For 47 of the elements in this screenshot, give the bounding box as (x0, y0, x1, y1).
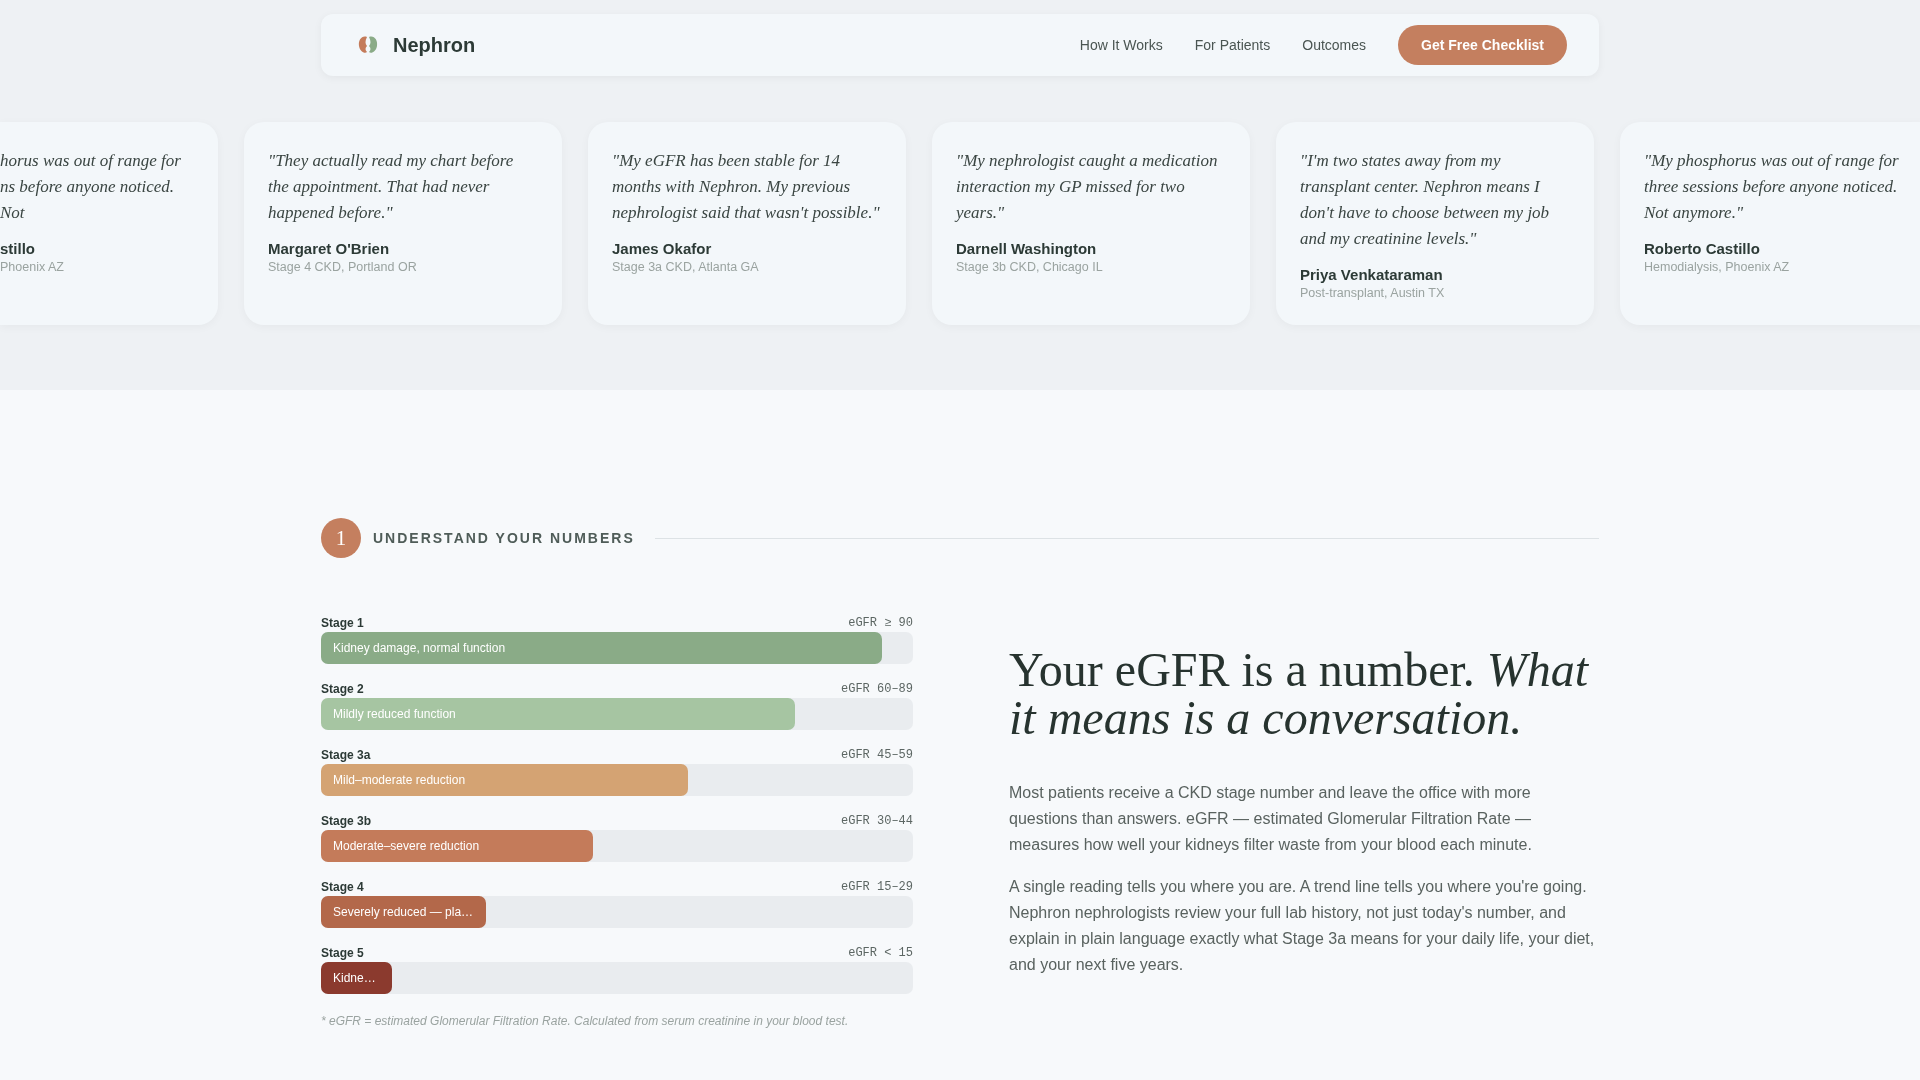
nav-link[interactable]: Outcomes (1302, 37, 1367, 53)
author-detail: Hemodialysis, Phoenix AZ (1644, 260, 1791, 274)
stage-bar-fill: Mildly reduced function (321, 698, 795, 730)
body-paragraph: A single reading tells you where you are. A trend line tells you where you're going. Nephron nephrologists review your full lab history, not just today's number, and explain in plain language exactly what Stage 3a means for your daily life, your diet, and your next five years. (1009, 877, 1596, 975)
stage-name: Stage 2 (321, 682, 364, 696)
footnote: * eGFR = estimated Glomerular Filtration Rate. Calculated from serum creatinine in your blood test. (321, 1014, 850, 1028)
stage-bar-fill: Severely reduced — pla… (321, 896, 487, 928)
author-detail: Phoenix AZ (0, 260, 65, 274)
egfr-range: eGFR 60–89 (841, 682, 913, 696)
testimonial-quote: horus was out of range for ns before anyone noticed. Not (0, 150, 182, 224)
stage-bar-fill: Kidney damage, normal function (321, 632, 883, 664)
stage-bar-fill: Moderate–severe reduction (321, 830, 593, 862)
section-title: UNDERSTAND YOUR NUMBERS (373, 530, 635, 546)
kidney-logo-icon (357, 34, 379, 56)
author-name: Darnell Washington (956, 240, 1098, 257)
stage-bar-fill: Mild–moderate reduction (321, 764, 689, 796)
egfr-range: eGFR 30–44 (841, 814, 913, 828)
stage-bar-fill: Kidne… (321, 962, 393, 994)
author-name: stillo (0, 240, 36, 257)
egfr-range: eGFR 45–59 (841, 748, 913, 762)
stage-name: Stage 3a (321, 748, 371, 762)
author-detail: Stage 3b CKD, Chicago IL (956, 260, 1104, 274)
egfr-range: eGFR ≥ 90 (848, 616, 913, 630)
testimonial-quote: "I'm two states away from my transplant center. Nephron means I don't have to choose between my job and my creatinine levels." (1300, 150, 1551, 250)
testimonial-quote: "They actually read my chart before the appointment. That had never happened before." (268, 150, 515, 224)
brand-name: Nephron (393, 33, 476, 57)
author-name: Margaret O'Brien (268, 240, 391, 257)
stage-name: Stage 3b (321, 814, 371, 828)
testimonial-quote: "My eGFR has been stable for 14 months with Nephron. My previous nephrologist said that wasn't possible." (612, 150, 881, 224)
egfr-range: eGFR < 15 (848, 946, 913, 960)
body-paragraph: Most patients receive a CKD stage number and leave the office with more questions than answers. eGFR — estimated Glomerular Filtration Rate — measures how well your kidneys filter waste from your blood each minute. (1009, 783, 1533, 855)
author-detail: Stage 3a CKD, Atlanta GA (612, 260, 760, 274)
author-name: Priya Venkataraman (1300, 266, 1444, 283)
headline: Your eGFR is a number. What it means is a conversation. (1009, 646, 1590, 742)
testimonial-quote: "My phosphorus was out of range for three sessions before anyone noticed. Not anymore." (1644, 150, 1900, 224)
nav-link[interactable]: For Patients (1194, 37, 1271, 53)
stage-name: Stage 4 (321, 880, 364, 894)
step-number: 1 (321, 518, 361, 558)
nav-link[interactable]: How It Works (1079, 37, 1163, 53)
author-detail: Stage 4 CKD, Portland OR (268, 260, 418, 274)
testimonial-quote: "My nephrologist caught a medication interaction my GP missed for two years." (956, 150, 1219, 224)
stage-name: Stage 1 (321, 616, 364, 630)
author-name: Roberto Castillo (1644, 240, 1761, 257)
author-detail: Post-transplant, Austin TX (1300, 286, 1446, 300)
egfr-range: eGFR 15–29 (841, 880, 913, 894)
stage-name: Stage 5 (321, 946, 364, 960)
author-name: James Okafor (612, 240, 713, 257)
